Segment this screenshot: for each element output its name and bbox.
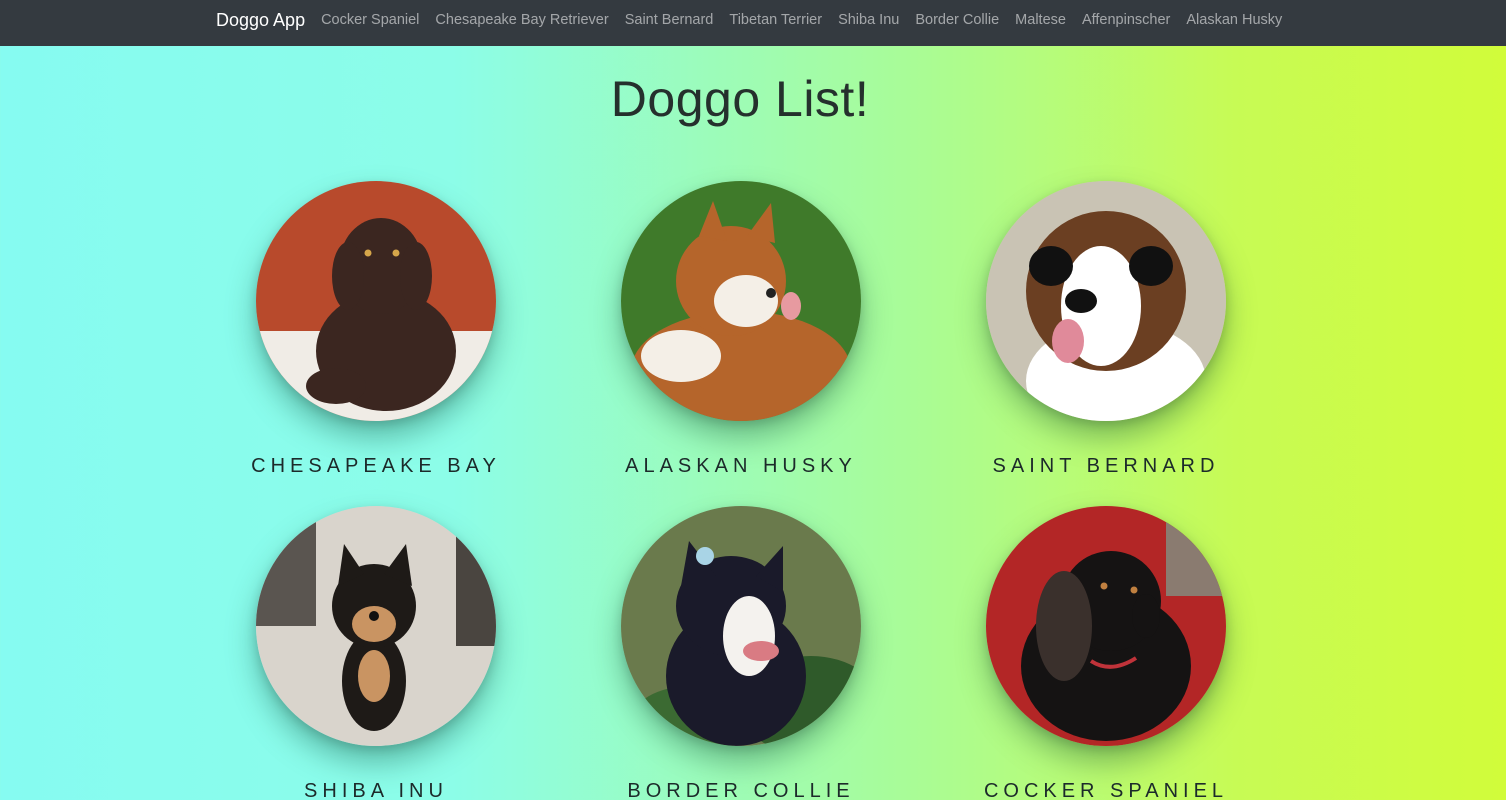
dog-portrait-image bbox=[621, 181, 861, 421]
dog-name-label: ALASKAN HUSKY bbox=[625, 455, 857, 477]
dog-portrait-image bbox=[256, 506, 496, 746]
dog-portrait-image bbox=[986, 506, 1226, 746]
dog-portrait-image bbox=[256, 181, 496, 421]
dog-photo[interactable] bbox=[986, 506, 1226, 746]
dog-name-label: CHESAPEAKE BAY bbox=[251, 455, 501, 477]
dog-portrait-image bbox=[621, 506, 861, 746]
dog-photo[interactable] bbox=[621, 506, 861, 746]
dog-name-label: BORDER COLLIE bbox=[627, 780, 855, 800]
dog-photo[interactable] bbox=[256, 181, 496, 421]
dog-photo[interactable] bbox=[986, 181, 1226, 421]
dog-photo[interactable] bbox=[621, 181, 861, 421]
dog-name-label: SAINT BERNARD bbox=[992, 455, 1220, 477]
dog-grid: CHESAPEAKE BAY ALASKAN HUSKY SAINT BERNA… bbox=[0, 0, 1506, 800]
dog-portrait-image bbox=[986, 181, 1226, 421]
dog-photo[interactable] bbox=[256, 506, 496, 746]
dog-name-label: SHIBA INU bbox=[304, 780, 448, 800]
dog-name-label: COCKER SPANIEL bbox=[983, 780, 1229, 800]
